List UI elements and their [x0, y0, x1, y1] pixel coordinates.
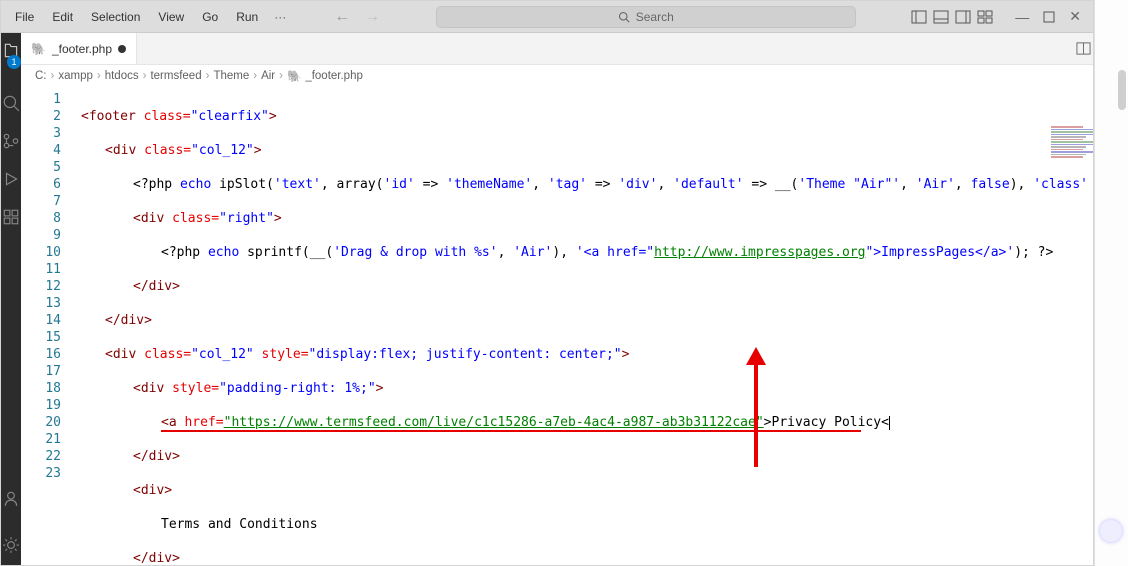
- menu-more-icon[interactable]: ···: [268, 6, 292, 28]
- code-content[interactable]: <footer class="clearfix"> <div class="co…: [75, 87, 1093, 565]
- tab-footer-php[interactable]: 🐘 _footer.php: [21, 33, 137, 64]
- php-file-icon: 🐘: [287, 69, 301, 83]
- bc-0[interactable]: C:: [35, 70, 47, 82]
- activity-bar: 1: [1, 33, 21, 565]
- annotation-underline: [161, 430, 861, 432]
- chevron-right-icon: ›: [253, 70, 257, 82]
- explorer-badge: 1: [7, 55, 21, 69]
- run-debug-icon[interactable]: [1, 169, 21, 189]
- search-activity-icon[interactable]: [1, 93, 21, 113]
- line-number-gutter: 1234567891011121314151617181920212223: [21, 87, 75, 565]
- dirty-indicator-icon: [118, 45, 126, 53]
- split-editor-icon[interactable]: [1076, 41, 1091, 56]
- external-panel: [1094, 0, 1128, 566]
- bc-4[interactable]: Theme: [213, 70, 249, 82]
- bc-3[interactable]: termsfeed: [150, 70, 201, 82]
- search-placeholder: Search: [636, 10, 674, 24]
- menu-selection[interactable]: Selection: [83, 6, 148, 28]
- menu-file[interactable]: File: [7, 6, 42, 28]
- bc-1[interactable]: xampp: [58, 70, 93, 82]
- search-icon: [618, 11, 630, 23]
- menu-run[interactable]: Run: [228, 6, 266, 28]
- php-file-icon: 🐘: [31, 42, 46, 56]
- chevron-right-icon: ›: [206, 70, 210, 82]
- search-input[interactable]: Search: [436, 6, 856, 28]
- tab-bar: 🐘 _footer.php ···: [21, 33, 1093, 65]
- chevron-right-icon: ›: [51, 70, 55, 82]
- chevron-right-icon: ›: [143, 70, 147, 82]
- nav-arrows: ← →: [334, 8, 380, 26]
- panel-bottom-icon[interactable]: [933, 9, 949, 25]
- layout-grid-icon[interactable]: [977, 9, 993, 25]
- remote-icon[interactable]: [1, 489, 21, 509]
- editor[interactable]: 1234567891011121314151617181920212223 <f…: [21, 87, 1093, 565]
- window-close-icon[interactable]: ✕: [1069, 8, 1081, 25]
- menu-view[interactable]: View: [150, 6, 192, 28]
- chevron-right-icon: ›: [97, 70, 101, 82]
- layout-icons: [911, 9, 993, 25]
- panel-left-icon[interactable]: [911, 9, 927, 25]
- nav-forward-icon[interactable]: →: [364, 8, 380, 26]
- external-scrollbar-thumb[interactable]: [1118, 70, 1126, 110]
- breadcrumb[interactable]: C:› xampp› htdocs› termsfeed› Theme› Air…: [21, 65, 1093, 87]
- bc-6[interactable]: _footer.php: [305, 70, 363, 82]
- text-cursor: [889, 416, 890, 430]
- source-control-icon[interactable]: [1, 131, 21, 151]
- extensions-icon[interactable]: [1, 207, 21, 227]
- bc-5[interactable]: Air: [261, 70, 275, 82]
- tab-label: _footer.php: [52, 42, 112, 56]
- settings-icon[interactable]: [1, 535, 21, 555]
- menu-edit[interactable]: Edit: [44, 6, 81, 28]
- external-floating-button[interactable]: [1100, 520, 1122, 542]
- nav-back-icon[interactable]: ←: [334, 8, 350, 26]
- menubar: File Edit Selection View Go Run ··· ← → …: [1, 1, 1093, 33]
- panel-right-icon[interactable]: [955, 9, 971, 25]
- menu-go[interactable]: Go: [194, 6, 226, 28]
- bc-2[interactable]: htdocs: [105, 70, 139, 82]
- chevron-right-icon: ›: [279, 70, 283, 82]
- window-maximize-icon[interactable]: [1043, 11, 1055, 23]
- minimap[interactable]: [1051, 91, 1093, 151]
- window-minimize-icon[interactable]: —: [1015, 9, 1029, 25]
